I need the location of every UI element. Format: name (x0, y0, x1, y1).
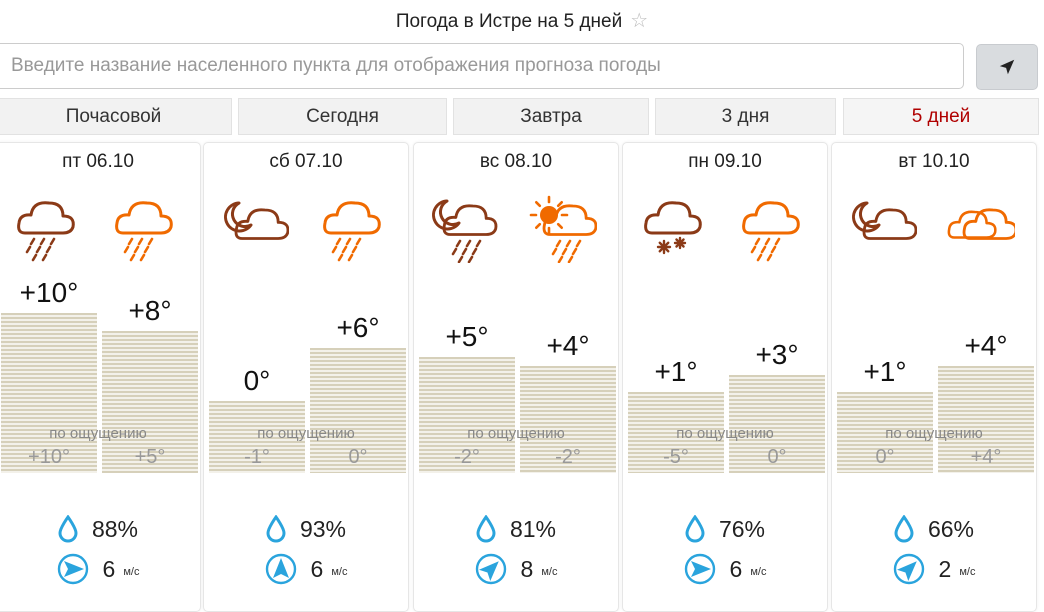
humidity-value: 66% (927, 515, 975, 542)
wind-direction-icon (265, 553, 296, 585)
search-input[interactable] (0, 43, 964, 89)
wind-speed: 6 (310, 555, 324, 582)
humidity: 76% (623, 515, 827, 543)
night-feels-like: -2° (454, 446, 480, 468)
page-title: Погода в Истре на 5 дней ☆ (0, 8, 1044, 33)
night-temp: +5° (445, 321, 489, 352)
wind-speed: 6 (102, 555, 116, 582)
night-feels-like: -5° (663, 446, 689, 468)
location-arrow-icon (999, 59, 1015, 75)
night-temp: +1° (863, 356, 907, 388)
wind: 6 м/с (623, 553, 827, 585)
wind-unit: м/с (750, 566, 767, 578)
temperature-bars: +1° +3° (623, 143, 827, 473)
day-card[interactable]: вт 10.10 +1° +4° по ощущению 0° +4° 66% … (831, 142, 1037, 612)
wind: 2 м/с (832, 553, 1036, 585)
page-title-text: Погода в Истре на 5 дней (395, 11, 623, 32)
feels-like-label: по ощущению (257, 425, 355, 442)
tab-5days[interactable]: 5 дней (843, 98, 1039, 135)
tab-tomorrow[interactable]: Завтра (453, 98, 649, 135)
humidity-drop-icon (894, 515, 914, 543)
humidity-drop-icon (476, 515, 496, 543)
humidity: 66% (832, 515, 1036, 543)
day-feels-like: 0° (767, 446, 787, 468)
feels-like-label: по ощущению (49, 425, 147, 442)
feels-like-label: по ощущению (467, 425, 565, 442)
night-feels-like: +10° (28, 446, 70, 468)
day-feels-like: +5° (134, 446, 166, 468)
day-temp: +4° (964, 329, 1008, 361)
wind-speed: 8 (520, 555, 534, 582)
humidity: 81% (414, 515, 618, 543)
humidity: 93% (204, 515, 408, 543)
day-feels-like: -2° (555, 446, 581, 468)
humidity: 88% (0, 515, 200, 543)
wind: 8 м/с (414, 553, 618, 585)
wind-unit: м/с (541, 566, 558, 578)
star-icon[interactable]: ☆ (630, 10, 648, 32)
wind: 6 м/с (0, 553, 200, 585)
night-feels-like: -1° (244, 446, 270, 468)
humidity-value: 88% (91, 515, 139, 542)
wind-speed: 6 (729, 555, 743, 582)
day-temp: +3° (755, 338, 799, 370)
humidity-drop-icon (58, 515, 78, 543)
humidity-drop-icon (685, 515, 705, 543)
wind-speed: 2 (938, 555, 952, 582)
humidity-drop-icon (266, 515, 286, 543)
forecast-tabs: Почасовой Сегодня Завтра 3 дня 5 дней (0, 98, 1044, 136)
humidity-value: 93% (299, 515, 347, 542)
tab-hourly[interactable]: Почасовой (0, 98, 232, 135)
temperature-bars: +1° +4° (832, 143, 1036, 473)
night-temp: +10° (19, 277, 79, 308)
day-card[interactable]: вс 08.10 +5° +4° по ощущению -2° -2° 81%… (413, 142, 619, 612)
wind-direction-icon (893, 553, 924, 585)
humidity-value: 76% (718, 515, 766, 542)
tab-today[interactable]: Сегодня (238, 98, 447, 135)
wind-unit: м/с (331, 566, 348, 578)
feels-like-label: по ощущению (676, 425, 774, 442)
wind-unit: м/с (123, 566, 140, 578)
night-temp: +1° (654, 356, 698, 388)
day-card[interactable]: пт 06.10 +10° +8° по ощущению +10° +5° 8… (0, 142, 201, 612)
temperature-bars: +5° +4° (414, 143, 618, 473)
night-temp: 0° (243, 365, 271, 396)
day-temp: +6° (336, 312, 380, 344)
night-feels-like: 0° (875, 446, 895, 468)
day-card[interactable]: сб 07.10 0° +6° по ощущению -1° 0° 93% 6… (203, 142, 409, 612)
day-card[interactable]: пн 09.10 +1° +3° по ощущению -5° 0° 76% … (622, 142, 828, 612)
wind: 6 м/с (204, 553, 408, 585)
feels-like-label: по ощущению (885, 425, 983, 442)
temperature-bars: +10° +8° (0, 143, 200, 473)
wind-direction-icon (57, 553, 88, 585)
day-temp: +8° (128, 294, 172, 326)
wind-direction-icon (684, 553, 715, 585)
wind-unit: м/с (959, 566, 976, 578)
locate-button[interactable] (976, 44, 1038, 90)
day-feels-like: 0° (348, 446, 368, 468)
wind-direction-icon (475, 553, 506, 585)
humidity-value: 81% (509, 515, 557, 542)
day-feels-like: +4° (970, 446, 1002, 468)
tab-3days[interactable]: 3 дня (655, 98, 836, 135)
temperature-bars: 0° +6° (204, 143, 408, 473)
day-temp: +4° (546, 329, 590, 361)
